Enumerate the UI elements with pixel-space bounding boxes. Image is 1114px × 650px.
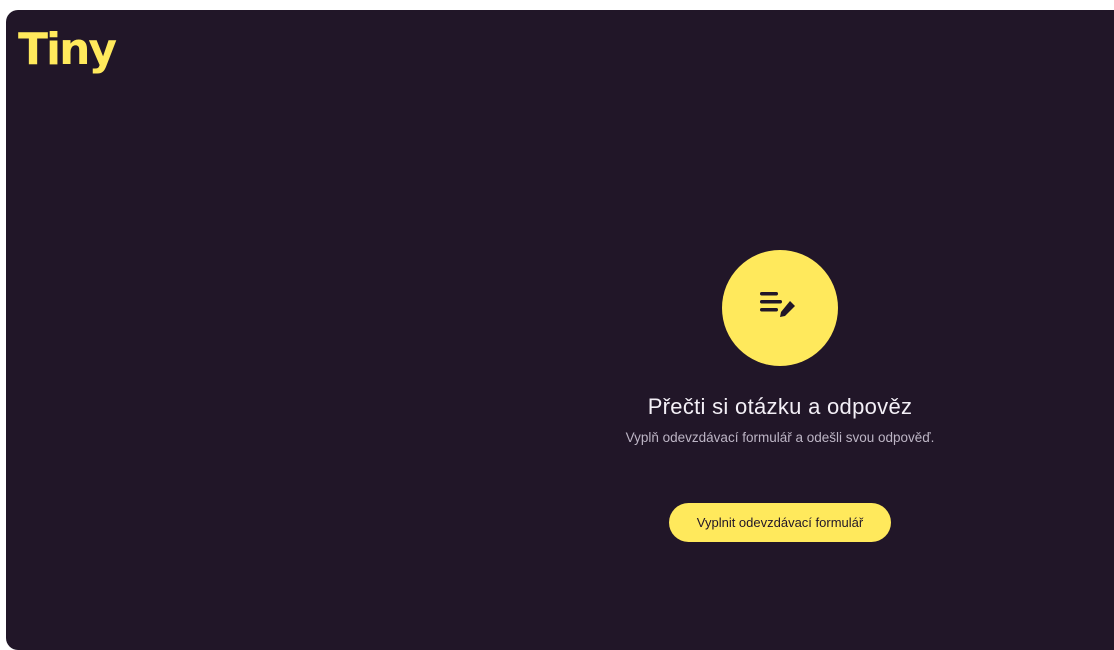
notes-edit-icon bbox=[760, 292, 795, 317]
tiny-logo: Tiny bbox=[18, 24, 117, 75]
page-heading: Přečti si otázku a odpověz bbox=[647, 394, 913, 419]
app-frame: Tiny Přečti si otázku a odpověz Vyplň od… bbox=[6, 10, 1114, 650]
task-panel: Přečti si otázku a odpověz Vyplň odevzdá… bbox=[520, 250, 1040, 542]
page-subtext: Vyplň odevzdávací formulář a odešli svou… bbox=[625, 430, 935, 445]
fill-form-button[interactable]: Vyplnit odevzdávací formulář bbox=[668, 503, 892, 542]
notes-edit-icon-badge bbox=[722, 250, 838, 366]
